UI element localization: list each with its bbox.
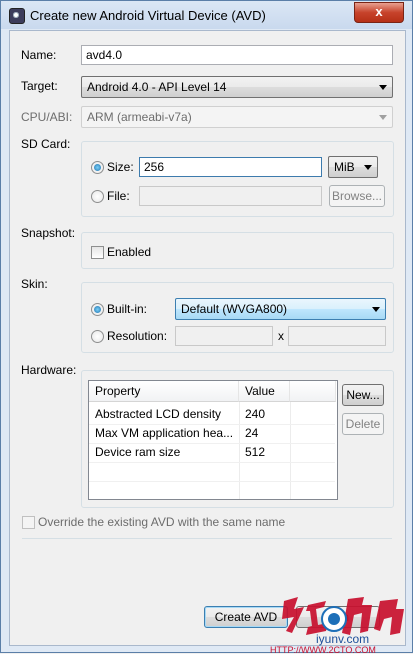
skin-select[interactable]: Default (WVGA800) <box>175 298 386 320</box>
sdcard-label: SD Card: <box>21 137 71 151</box>
override-checkbox <box>22 516 35 529</box>
resolution-label: Resolution: <box>107 329 168 343</box>
column-header-value[interactable]: Value <box>239 381 290 402</box>
target-select[interactable]: Android 4.0 - API Level 14 <box>81 76 393 98</box>
file-radio[interactable] <box>91 190 104 203</box>
cpu-select: ARM (armeabi-v7a) <box>81 106 393 128</box>
snapshot-group: Enabled <box>81 232 394 269</box>
size-input[interactable]: 256 <box>139 157 322 177</box>
size-radio[interactable] <box>91 161 104 174</box>
divider <box>22 538 392 539</box>
column-header-empty <box>290 381 336 402</box>
dialog-content: Name: avd4.0 Target: Android 4.0 - API L… <box>9 30 406 646</box>
table-row[interactable]: Max VM application hea... 24 <box>89 424 335 444</box>
sdcard-group: Size: 256 MiB File: Browse... <box>81 141 394 217</box>
target-label: Target: <box>21 79 58 93</box>
name-label: Name: <box>21 48 57 62</box>
size-label: Size: <box>107 160 134 174</box>
unit-select[interactable]: MiB <box>328 156 378 178</box>
override-label: Override the existing AVD with the same … <box>38 515 286 529</box>
table-row-empty <box>89 462 335 482</box>
unit-value: MiB <box>334 160 355 174</box>
skin-value: Default (WVGA800) <box>181 302 288 316</box>
window-title: Create new Android Virtual Device (AVD) <box>30 8 266 23</box>
table-row-empty <box>89 481 335 499</box>
row-value: 512 <box>245 445 266 459</box>
snapshot-enabled-label: Enabled <box>107 245 152 259</box>
target-value: Android 4.0 - API Level 14 <box>87 80 227 94</box>
title-bar[interactable]: Create new Android Virtual Device (AVD) … <box>1 1 412 29</box>
resolution-radio[interactable] <box>91 330 104 343</box>
table-row[interactable]: Device ram size 512 <box>89 443 335 463</box>
row-value: 24 <box>245 426 259 440</box>
row-property: Abstracted LCD density <box>95 407 222 421</box>
file-input <box>139 186 322 206</box>
delete-property-button: Delete <box>342 413 384 435</box>
resolution-height-input <box>288 326 386 346</box>
chevron-down-icon <box>372 307 380 312</box>
cpu-value: ARM (armeabi-v7a) <box>87 110 192 124</box>
watermark-logo: iyunv.com HTTP://WWW.2CTO.COM <box>270 597 404 654</box>
hardware-label: Hardware: <box>21 363 77 377</box>
new-property-button[interactable]: New... <box>342 384 384 406</box>
builtin-label: Built-in: <box>107 302 148 316</box>
name-input[interactable]: avd4.0 <box>81 45 393 65</box>
chevron-down-icon <box>379 85 387 90</box>
watermark-url: iyunv.com <box>316 632 369 646</box>
avd-dialog-window: Create new Android Virtual Device (AVD) … <box>0 0 413 654</box>
skin-group: Built-in: Default (WVGA800) Resolution: … <box>81 282 394 353</box>
resolution-x-label: x <box>278 329 284 343</box>
cpu-label: CPU/ABI: <box>21 110 73 124</box>
close-button[interactable]: x <box>354 2 404 23</box>
column-header-property[interactable]: Property <box>89 381 239 402</box>
hardware-table[interactable]: Property Value Abstracted LCD density 24… <box>88 380 338 500</box>
app-icon <box>9 8 25 24</box>
row-property: Device ram size <box>95 445 181 459</box>
row-property: Max VM application hea... <box>95 426 234 440</box>
chevron-down-icon <box>364 165 372 170</box>
snapshot-checkbox[interactable] <box>91 246 104 259</box>
chevron-down-icon <box>379 115 387 120</box>
snapshot-label: Snapshot: <box>21 226 76 240</box>
row-value: 240 <box>245 407 266 421</box>
browse-button: Browse... <box>329 185 385 207</box>
table-row[interactable]: Abstracted LCD density 240 <box>89 405 335 425</box>
file-label: File: <box>107 189 130 203</box>
builtin-radio[interactable] <box>91 303 104 316</box>
resolution-width-input <box>175 326 273 346</box>
skin-label: Skin: <box>21 277 48 291</box>
